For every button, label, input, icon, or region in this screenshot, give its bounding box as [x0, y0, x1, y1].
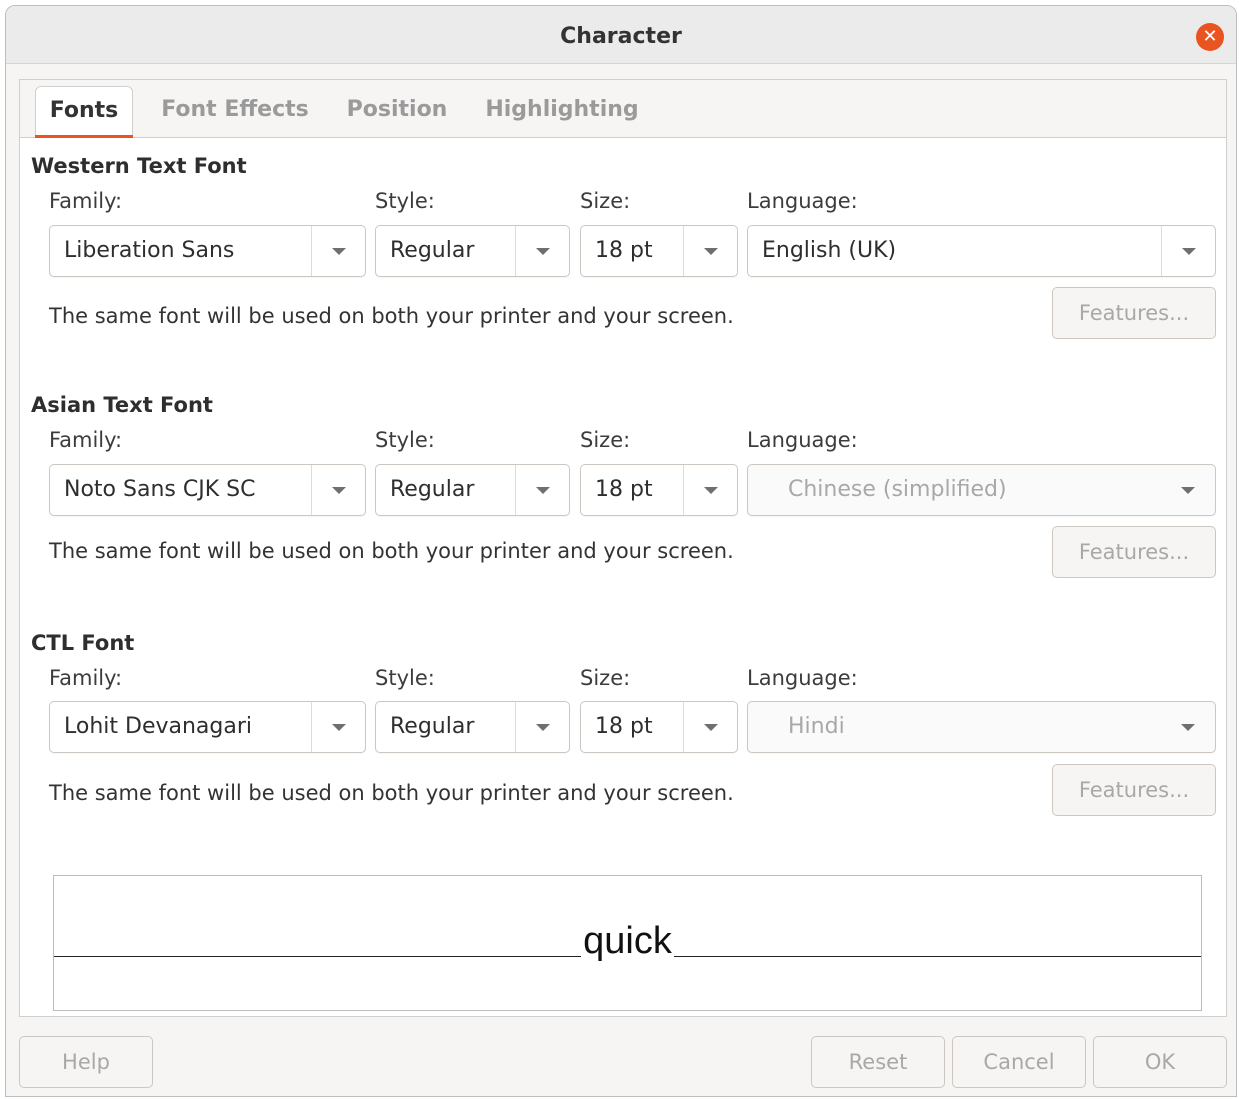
western-language-dropdown-button[interactable] — [1161, 226, 1215, 276]
ctl-language-label: Language: — [747, 666, 858, 690]
asian-family-value: Noto Sans CJK SC — [64, 477, 256, 502]
chevron-down-icon — [535, 248, 550, 255]
western-info-text: The same font will be used on both your … — [49, 304, 734, 328]
ctl-language-value: Hindi — [788, 714, 845, 739]
ctl-style-combo[interactable]: Regular — [375, 701, 570, 753]
chevron-down-icon — [331, 248, 346, 255]
ctl-section-title: CTL Font — [31, 631, 135, 655]
tab-notebook: Fonts Font Effects Position Highlighting… — [19, 79, 1227, 1017]
western-style-combo[interactable]: Regular — [375, 225, 570, 277]
tab-highlighting[interactable]: Highlighting — [476, 86, 648, 138]
cancel-button[interactable]: Cancel — [952, 1036, 1086, 1088]
ctl-size-combo[interactable]: 18 pt — [580, 701, 738, 753]
title-bar: Character ✕ — [6, 6, 1236, 64]
asian-language-value: Chinese (simplified) — [788, 477, 1007, 502]
ctl-family-label: Family: — [49, 666, 123, 690]
asian-language-dropdown-button[interactable] — [1161, 465, 1215, 515]
ctl-size-label: Size: — [580, 666, 631, 690]
chevron-down-icon — [535, 487, 550, 494]
chevron-down-icon — [703, 487, 718, 494]
ctl-family-value: Lohit Devanagari — [64, 714, 253, 739]
asian-features-button[interactable]: Features... — [1052, 526, 1216, 578]
asian-size-combo[interactable]: 18 pt — [580, 464, 738, 516]
ctl-family-dropdown-button[interactable] — [311, 702, 365, 752]
close-icon: ✕ — [1202, 26, 1218, 47]
western-language-value: English (UK) — [762, 238, 897, 263]
western-size-label: Size: — [580, 189, 631, 213]
chevron-down-icon — [535, 724, 550, 731]
ctl-style-label: Style: — [375, 666, 435, 690]
tab-bar: Fonts Font Effects Position Highlighting — [20, 80, 1226, 138]
tab-font-effects[interactable]: Font Effects — [152, 86, 318, 138]
western-size-combo[interactable]: 18 pt — [580, 225, 738, 277]
ctl-size-dropdown-button[interactable] — [683, 702, 737, 752]
asian-info-text: The same font will be used on both your … — [49, 539, 734, 563]
asian-style-value: Regular — [390, 477, 475, 502]
ok-button[interactable]: OK — [1093, 1036, 1227, 1088]
ctl-features-button[interactable]: Features... — [1052, 764, 1216, 816]
western-style-dropdown-button[interactable] — [515, 226, 569, 276]
reset-button[interactable]: Reset — [811, 1036, 945, 1088]
ctl-size-value: 18 pt — [595, 714, 653, 739]
asian-section-title: Asian Text Font — [31, 393, 213, 417]
help-button[interactable]: Help — [19, 1036, 153, 1088]
western-style-label: Style: — [375, 189, 435, 213]
preview-text: quick — [581, 920, 674, 962]
asian-language-label: Language: — [747, 428, 858, 452]
chevron-down-icon — [331, 487, 346, 494]
tab-position[interactable]: Position — [337, 86, 457, 138]
asian-style-label: Style: — [375, 428, 435, 452]
character-dialog: Character ✕ Fonts Font Effects Position … — [5, 5, 1237, 1097]
tab-fonts[interactable]: Fonts — [35, 86, 133, 138]
western-language-combo[interactable]: English (UK) — [747, 225, 1216, 277]
chevron-down-icon — [1181, 248, 1196, 255]
asian-size-dropdown-button[interactable] — [683, 465, 737, 515]
asian-family-combo[interactable]: Noto Sans CJK SC — [49, 464, 366, 516]
asian-size-label: Size: — [580, 428, 631, 452]
ctl-info-text: The same font will be used on both your … — [49, 781, 734, 805]
western-features-button[interactable]: Features... — [1052, 287, 1216, 339]
chevron-down-icon — [703, 724, 718, 731]
ctl-language-combo[interactable]: Hindi — [747, 701, 1216, 753]
font-preview: quick — [53, 875, 1202, 1011]
western-family-label: Family: — [49, 189, 123, 213]
ctl-family-combo[interactable]: Lohit Devanagari — [49, 701, 366, 753]
ctl-language-dropdown-button[interactable] — [1161, 702, 1215, 752]
chevron-down-icon — [703, 248, 718, 255]
western-family-combo[interactable]: Liberation Sans — [49, 225, 366, 277]
asian-family-dropdown-button[interactable] — [311, 465, 365, 515]
ctl-style-value: Regular — [390, 714, 475, 739]
western-style-value: Regular — [390, 238, 475, 263]
western-language-label: Language: — [747, 189, 858, 213]
chevron-down-icon — [1181, 724, 1195, 731]
western-section-title: Western Text Font — [31, 154, 247, 178]
asian-style-dropdown-button[interactable] — [515, 465, 569, 515]
asian-language-combo[interactable]: Chinese (simplified) — [747, 464, 1216, 516]
chevron-down-icon — [331, 724, 346, 731]
western-family-value: Liberation Sans — [64, 238, 235, 263]
close-button[interactable]: ✕ — [1196, 23, 1224, 51]
asian-size-value: 18 pt — [595, 477, 653, 502]
dialog-title: Character — [560, 24, 682, 49]
western-size-dropdown-button[interactable] — [683, 226, 737, 276]
chevron-down-icon — [1181, 487, 1195, 494]
western-family-dropdown-button[interactable] — [311, 226, 365, 276]
asian-style-combo[interactable]: Regular — [375, 464, 570, 516]
asian-family-label: Family: — [49, 428, 123, 452]
ctl-style-dropdown-button[interactable] — [515, 702, 569, 752]
western-size-value: 18 pt — [595, 238, 653, 263]
